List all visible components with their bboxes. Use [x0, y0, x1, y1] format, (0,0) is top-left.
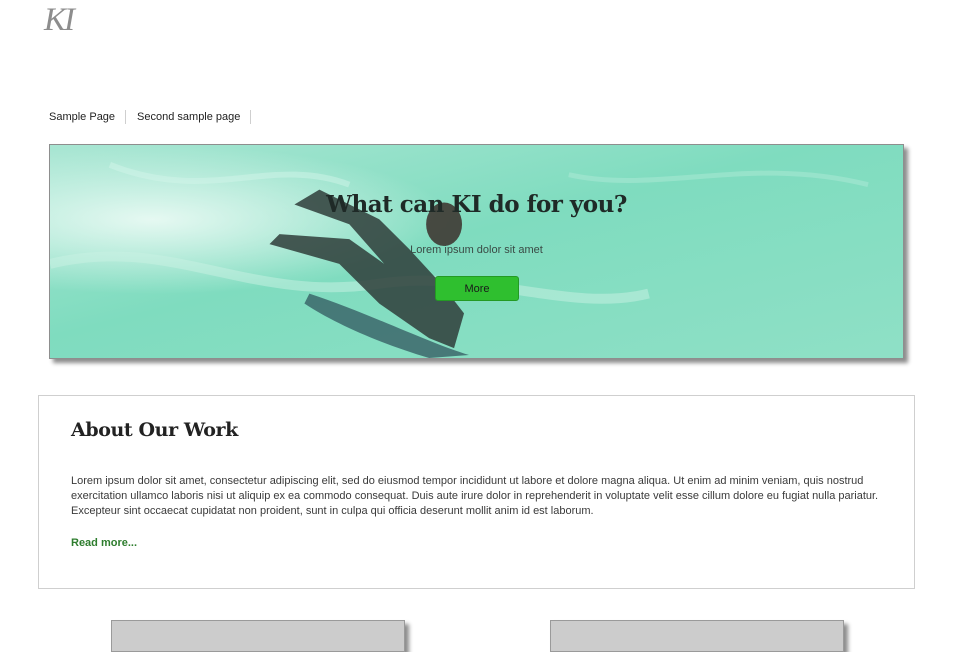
nav-item-sample-page[interactable]: Sample Page [49, 110, 127, 124]
about-section: About Our Work Lorem ipsum dolor sit ame… [38, 395, 915, 589]
about-heading: About Our Work [71, 419, 238, 441]
hero-subtitle: Lorem ipsum dolor sit amet [410, 244, 543, 256]
hero-banner: What can KI do for you? Lorem ipsum dolo… [49, 144, 904, 359]
feature-card-right [550, 620, 844, 652]
nav-item-second-sample-page[interactable]: Second sample page [137, 110, 252, 124]
feature-card-left [111, 620, 405, 652]
read-more-link[interactable]: Read more... [71, 537, 137, 549]
site-logo[interactable]: KI [44, 2, 75, 39]
main-nav: Sample Page Second sample page [49, 110, 252, 124]
more-button[interactable]: More [435, 276, 519, 301]
hero-title: What can KI do for you? [326, 191, 627, 218]
about-body-text: Lorem ipsum dolor sit amet, consectetur … [71, 475, 879, 517]
